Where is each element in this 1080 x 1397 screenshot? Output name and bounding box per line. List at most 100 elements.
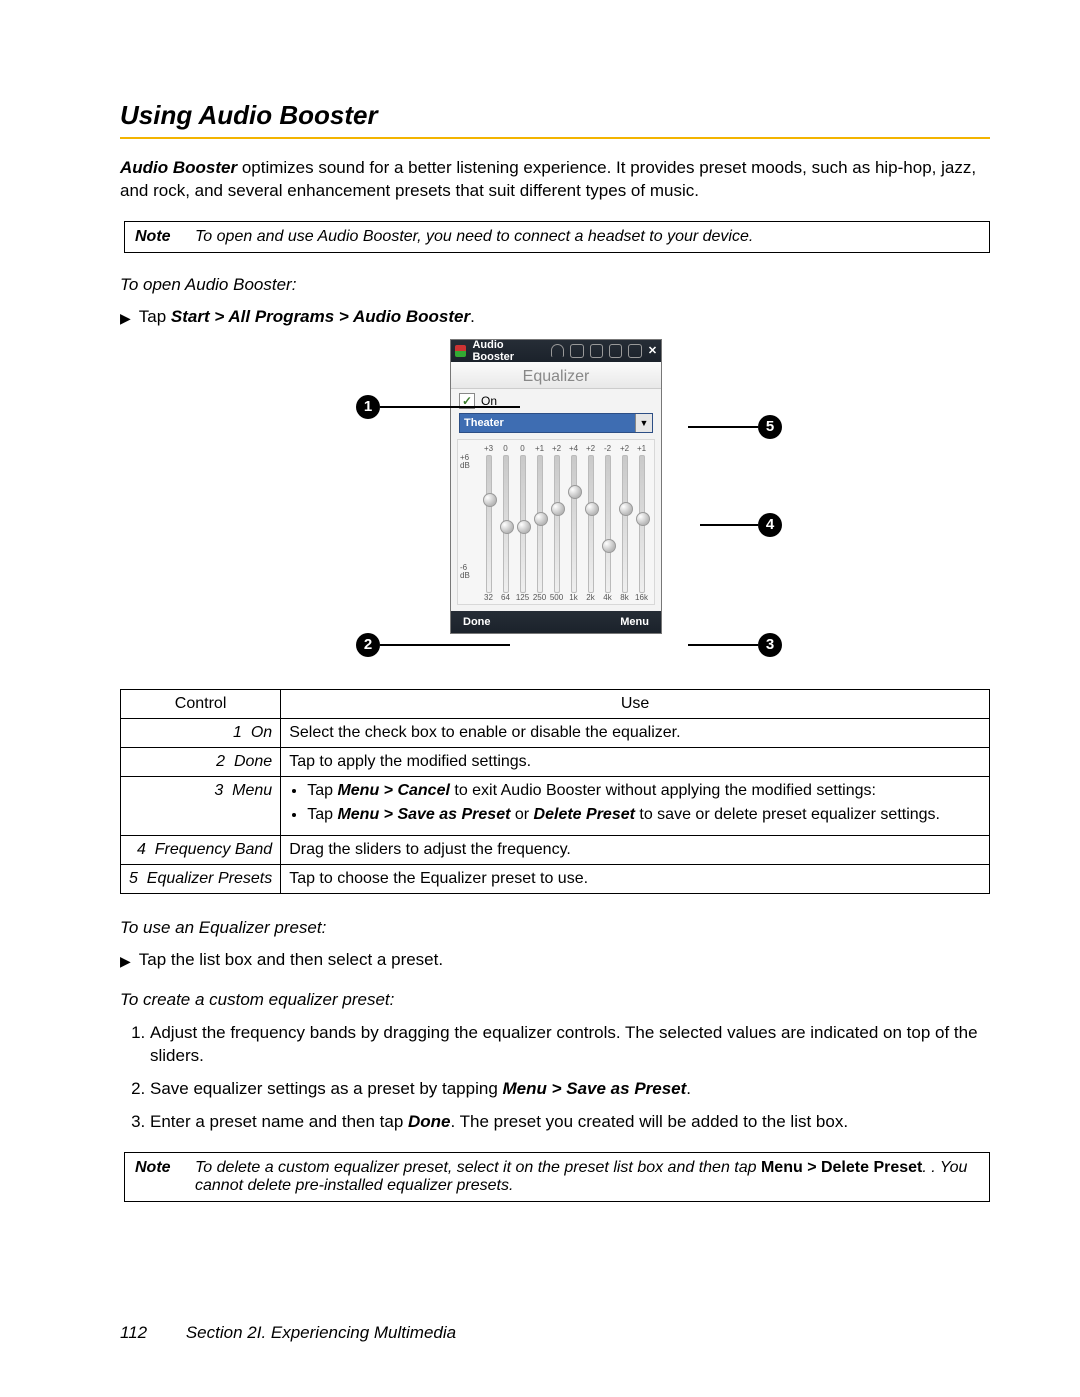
slider-knob[interactable] [483, 493, 497, 507]
note-label: Note [135, 228, 179, 246]
slider-knob[interactable] [585, 502, 599, 516]
control-name: 1 On [121, 718, 281, 747]
page-footer: 112 Section 2I. Experiencing Multimedia [120, 1323, 456, 1343]
callout-5-leader [688, 426, 758, 428]
eq-slider[interactable] [497, 455, 514, 591]
frequency-label-row: 32641252505001k2k4k8k16k [462, 593, 650, 602]
open-step: ▶ Tap Start > All Programs > Audio Boost… [120, 307, 990, 329]
slider-value: -2 [599, 444, 616, 453]
scale-bot-label: -6 dB [460, 564, 470, 580]
slider-value: +1 [633, 444, 650, 453]
list-item: Tap Menu > Save as Preset or Delete Pres… [307, 806, 981, 824]
freq-label: 250 [531, 593, 548, 602]
use-preset-heading: To use an Equalizer preset: [120, 918, 990, 938]
softkey-bar: Done Menu [451, 611, 661, 633]
freq-label: 64 [497, 593, 514, 602]
callout-3-leader [688, 644, 758, 646]
windows-icon [455, 345, 466, 357]
note-box-2: Note To delete a custom equalizer preset… [124, 1152, 990, 1202]
slider-knob[interactable] [517, 520, 531, 534]
create-heading: To create a custom equalizer preset: [120, 990, 990, 1010]
slider-knob[interactable] [602, 539, 616, 553]
slider-knob[interactable] [534, 512, 548, 526]
note-box-1: Note To open and use Audio Booster, you … [124, 221, 990, 253]
signal-icon [590, 344, 603, 358]
title-rule [120, 137, 990, 139]
status-icon-1 [570, 344, 583, 358]
control-use: Tap Menu > Cancel to exit Audio Booster … [281, 776, 990, 835]
control-use: Select the check box to enable or disabl… [281, 718, 990, 747]
slider-value: +2 [548, 444, 565, 453]
slider-knob[interactable] [568, 485, 582, 499]
equalizer-area: +6 dB -6 dB +300+1+2+4+2-2+2+1 326412525… [457, 439, 655, 605]
note-text: To delete a custom equalizer preset, sel… [195, 1159, 979, 1195]
slider-knob[interactable] [619, 502, 633, 516]
table-row: 3 Menu Tap Menu > Cancel to exit Audio Bo… [121, 776, 990, 835]
use-preset-step: ▶ Tap the list box and then select a pre… [120, 950, 990, 972]
freq-label: 8k [616, 593, 633, 602]
control-use: Drag the sliders to adjust the frequency… [281, 835, 990, 864]
on-checkbox-row[interactable]: ✓ On [451, 389, 661, 413]
volume-icon [609, 344, 622, 358]
slider-value: 0 [497, 444, 514, 453]
eq-slider[interactable] [599, 455, 616, 591]
table-row: 2 DoneTap to apply the modified settings… [121, 747, 990, 776]
slider-value: +1 [531, 444, 548, 453]
table-header-use: Use [281, 689, 990, 718]
control-name: 2 Done [121, 747, 281, 776]
menu-softkey[interactable]: Menu [620, 616, 649, 628]
intro-paragraph: Audio Booster optimizes sound for a bett… [120, 157, 990, 203]
headphone-icon [551, 344, 564, 357]
slider-value: +2 [582, 444, 599, 453]
equalizer-heading: Equalizer [451, 362, 661, 389]
list-item: Adjust the frequency bands by dragging t… [150, 1022, 990, 1068]
freq-label: 125 [514, 593, 531, 602]
slider-knob[interactable] [500, 520, 514, 534]
open-heading: To open Audio Booster: [120, 275, 990, 295]
preset-dropdown[interactable]: Theater ▼ [459, 413, 653, 433]
table-row: 5 Equalizer PresetsTap to choose the Equ… [121, 864, 990, 893]
eq-slider[interactable] [480, 455, 497, 591]
list-item: Save equalizer settings as a preset by t… [150, 1078, 990, 1101]
slider-value: +4 [565, 444, 582, 453]
table-row: 1 OnSelect the check box to enable or di… [121, 718, 990, 747]
page-number: 112 [120, 1323, 147, 1342]
eq-slider[interactable] [582, 455, 599, 591]
phone-titlebar: Audio Booster ✕ [451, 340, 661, 362]
control-name: 4 Frequency Band [121, 835, 281, 864]
freq-label: 1k [565, 593, 582, 602]
callout-3: 3 [758, 633, 782, 657]
eq-slider[interactable] [633, 455, 650, 591]
control-name: 5 Equalizer Presets [121, 864, 281, 893]
slider-knob[interactable] [551, 502, 565, 516]
list-item: Enter a preset name and then tap Done. T… [150, 1111, 990, 1134]
freq-label: 32 [480, 593, 497, 602]
preset-value: Theater [464, 417, 504, 429]
eq-slider[interactable] [616, 455, 633, 591]
slider-bank[interactable] [462, 453, 650, 593]
freq-label: 2k [582, 593, 599, 602]
eq-slider[interactable] [548, 455, 565, 591]
bullet-icon: ▶ [120, 950, 131, 972]
callout-1-leader [380, 406, 520, 408]
control-name: 3 Menu [121, 776, 281, 835]
callout-4-leader [700, 524, 758, 526]
chevron-down-icon[interactable]: ▼ [635, 414, 652, 432]
table-header-control: Control [121, 689, 281, 718]
done-softkey[interactable]: Done [463, 616, 491, 628]
close-icon[interactable]: ✕ [648, 344, 657, 357]
eq-slider[interactable] [531, 455, 548, 591]
eq-slider[interactable] [565, 455, 582, 591]
slider-knob[interactable] [636, 512, 650, 526]
create-steps-list: Adjust the frequency bands by dragging t… [120, 1022, 990, 1134]
slider-value: 0 [514, 444, 531, 453]
freq-label: 16k [633, 593, 650, 602]
scale-top-label: +6 dB [460, 454, 470, 470]
control-use: Tap to choose the Equalizer preset to us… [281, 864, 990, 893]
list-item: Tap Menu > Cancel to exit Audio Booster … [307, 782, 981, 800]
callout-1: 1 [356, 395, 380, 419]
freq-label: 4k [599, 593, 616, 602]
device-screenshot: Audio Booster ✕ Equalizer ✓ On Theater ▼… [120, 339, 990, 669]
eq-slider[interactable] [514, 455, 531, 591]
controls-table: Control Use 1 OnSelect the check box to … [120, 689, 990, 894]
